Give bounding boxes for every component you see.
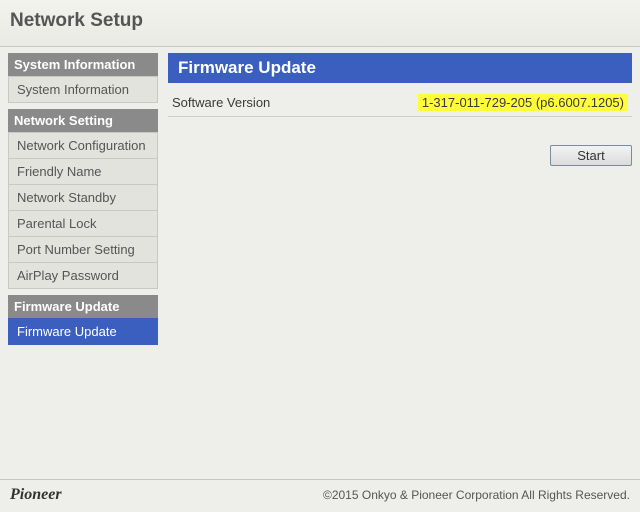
brand-logo: Pioneer <box>10 486 62 504</box>
sidebar-item-port-number-setting[interactable]: Port Number Setting <box>8 237 158 263</box>
sidebar-item-system-information[interactable]: System Information <box>8 76 158 103</box>
content: System Information System Information Ne… <box>0 47 640 345</box>
info-table: Software Version 1-317-011-729-205 (p6.6… <box>168 89 632 117</box>
copyright-text: ©2015 Onkyo & Pioneer Corporation All Ri… <box>323 488 630 502</box>
row-label: Software Version <box>168 89 381 117</box>
sidebar-item-network-configuration[interactable]: Network Configuration <box>8 132 158 159</box>
software-version-value: 1-317-011-729-205 (p6.6007.1205) <box>418 94 628 111</box>
page-title: Network Setup <box>10 10 630 32</box>
sidebar-section-firmware-update: Firmware Update <box>8 295 158 318</box>
main-panel: Firmware Update Software Version 1-317-0… <box>168 53 632 166</box>
panel-title: Firmware Update <box>168 53 632 83</box>
sidebar-item-network-standby[interactable]: Network Standby <box>8 185 158 211</box>
sidebar: System Information System Information Ne… <box>8 53 158 345</box>
page-header: Network Setup <box>0 0 640 47</box>
sidebar-section-network-setting: Network Setting <box>8 109 158 132</box>
sidebar-item-parental-lock[interactable]: Parental Lock <box>8 211 158 237</box>
row-value-cell: 1-317-011-729-205 (p6.6007.1205) <box>381 89 632 117</box>
sidebar-item-airplay-password[interactable]: AirPlay Password <box>8 263 158 289</box>
footer: Pioneer ©2015 Onkyo & Pioneer Corporatio… <box>0 479 640 512</box>
start-button[interactable]: Start <box>550 145 632 166</box>
sidebar-item-friendly-name[interactable]: Friendly Name <box>8 159 158 185</box>
row-software-version: Software Version 1-317-011-729-205 (p6.6… <box>168 89 632 117</box>
sidebar-section-system-information: System Information <box>8 53 158 76</box>
sidebar-item-firmware-update[interactable]: Firmware Update <box>8 318 158 345</box>
start-row: Start <box>168 117 632 166</box>
